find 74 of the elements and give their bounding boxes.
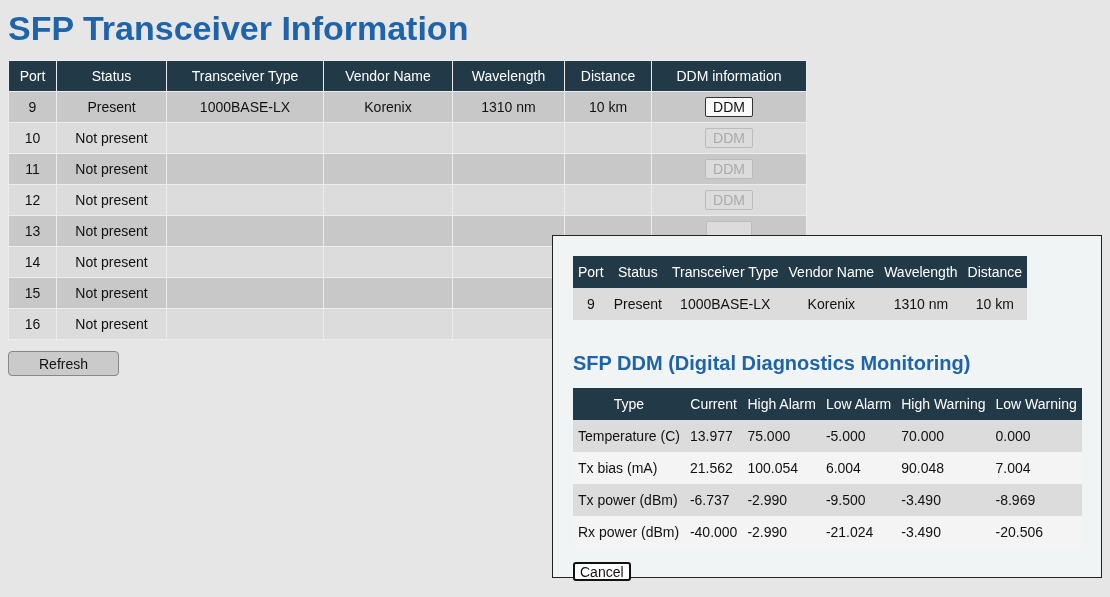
table-cell: Korenix xyxy=(783,288,880,320)
column-header: Transceiver Type xyxy=(666,256,784,288)
table-cell: Tx power (dBm) xyxy=(573,484,685,516)
table-cell: 9 xyxy=(8,91,57,123)
table-cell: Rx power (dBm) xyxy=(573,516,685,548)
table-cell: Present xyxy=(56,91,167,123)
column-header: High Warning xyxy=(896,388,991,420)
table-cell: 14 xyxy=(8,246,57,278)
table-cell: Not present xyxy=(56,184,167,216)
column-header: Vendor Name xyxy=(323,60,453,92)
column-header: DDM information xyxy=(651,60,807,92)
column-header: Low Alarm xyxy=(820,388,897,420)
cancel-button[interactable]: Cancel xyxy=(573,562,631,581)
table-cell: 10 xyxy=(8,122,57,154)
table-cell: Tx bias (mA) xyxy=(573,452,685,484)
column-header: Low Warning xyxy=(990,388,1082,420)
column-header: Type xyxy=(573,388,685,420)
table-cell: Not present xyxy=(56,277,167,309)
table-cell: -3.490 xyxy=(896,484,991,516)
column-header: Port xyxy=(8,60,57,92)
table-cell: 11 xyxy=(8,153,57,185)
table-cell: 100.054 xyxy=(742,452,821,484)
column-header: Distance xyxy=(564,60,652,92)
table-cell: -5.000 xyxy=(820,420,897,452)
table-cell: 15 xyxy=(8,277,57,309)
table-cell: 10 km xyxy=(564,91,652,123)
table-cell: Not present xyxy=(56,215,167,247)
table-cell: Not present xyxy=(56,246,167,278)
column-header: Wavelength xyxy=(452,60,565,92)
dialog-heading: SFP DDM (Digital Diagnostics Monitoring) xyxy=(573,351,972,376)
table-cell: 16 xyxy=(8,308,57,340)
table-cell: -8.969 xyxy=(990,484,1082,516)
table-cell: 7.004 xyxy=(990,452,1082,484)
table-cell: Not present xyxy=(56,122,167,154)
ddm-button[interactable]: DDM xyxy=(705,97,753,117)
table-cell: -40.000 xyxy=(684,516,743,548)
column-header: Vendor Name xyxy=(783,256,880,288)
column-header: Wavelength xyxy=(879,256,963,288)
table-cell: -9.500 xyxy=(820,484,897,516)
column-header: Status xyxy=(608,256,667,288)
table-cell: 1310 nm xyxy=(879,288,963,320)
table-cell: 75.000 xyxy=(742,420,821,452)
table-cell: -6.737 xyxy=(684,484,743,516)
table-cell: 10 km xyxy=(962,288,1028,320)
table-cell: 90.048 xyxy=(896,452,991,484)
table-cell: Not present xyxy=(56,153,167,185)
table-cell: 1000BASE-LX xyxy=(166,91,324,123)
table-cell: -2.990 xyxy=(742,516,821,548)
column-header: Status xyxy=(56,60,167,92)
table-cell: 0.000 xyxy=(990,420,1082,452)
table-cell: Korenix xyxy=(323,91,453,123)
column-header: Current xyxy=(684,388,743,420)
table-cell: Temperature (C) xyxy=(573,420,685,452)
table-cell: 21.562 xyxy=(684,452,743,484)
column-header: Transceiver Type xyxy=(166,60,324,92)
table-cell: 9 xyxy=(573,288,609,320)
table-cell: 13.977 xyxy=(684,420,743,452)
table-cell: 12 xyxy=(8,184,57,216)
column-header: High Alarm xyxy=(742,388,821,420)
page-title: SFP Transceiver Information xyxy=(8,8,470,48)
table-cell: 1310 nm xyxy=(452,91,565,123)
table-cell: -3.490 xyxy=(896,516,991,548)
table-cell: -20.506 xyxy=(990,516,1082,548)
column-header: Port xyxy=(573,256,609,288)
table-cell: -21.024 xyxy=(820,516,897,548)
table-cell: 13 xyxy=(8,215,57,247)
table-cell: 6.004 xyxy=(820,452,897,484)
table-cell: -2.990 xyxy=(742,484,821,516)
table-cell: Not present xyxy=(56,308,167,340)
table-cell: 1000BASE-LX xyxy=(666,288,784,320)
table-cell: Present xyxy=(608,288,667,320)
refresh-button[interactable]: Refresh xyxy=(8,351,119,376)
table-cell: 70.000 xyxy=(896,420,991,452)
column-header: Distance xyxy=(962,256,1028,288)
